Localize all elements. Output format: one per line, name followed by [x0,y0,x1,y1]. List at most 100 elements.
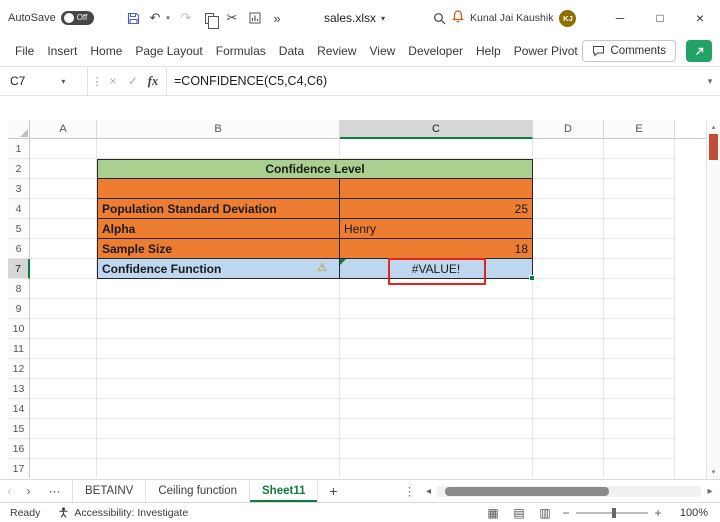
cell-B5[interactable]: Alpha [97,219,340,239]
zoom-slider-thumb[interactable] [612,507,616,518]
scroll-left-icon[interactable]: ◂ [421,486,435,497]
name-box[interactable]: C7 ▾ [0,67,88,95]
row-header[interactable]: 17 [8,459,30,478]
vertical-scrollbar[interactable]: ▴ ▾ [706,120,720,478]
cell-B7[interactable]: Confidence Function ⚠ [97,259,340,279]
normal-view-icon[interactable]: ▦ [480,506,506,520]
tab-help[interactable]: Help [476,44,501,58]
page-layout-view-icon[interactable]: ▤ [506,506,532,520]
col-header-c[interactable]: C [340,120,533,139]
scroll-right-icon[interactable]: ▸ [703,486,717,497]
cell-C7-active[interactable]: #VALUE! [340,258,535,285]
chart-icon[interactable] [246,0,264,36]
cell[interactable] [604,199,675,219]
cell[interactable] [97,139,340,159]
cell[interactable] [533,239,604,259]
row-header[interactable]: 13 [8,379,30,399]
row-header[interactable]: 2 [8,159,30,179]
warning-icon[interactable]: ⚠ [317,263,327,274]
cell[interactable] [97,439,340,459]
avatar[interactable]: KJ [559,9,577,27]
formula-options-icon[interactable]: ⋮ [91,75,103,88]
row-header-selected[interactable]: 7 [8,259,30,279]
zoom-level[interactable]: 100% [666,507,708,519]
cell[interactable] [604,179,675,199]
tab-scroll-divider-icon[interactable]: ⋮ [400,480,418,502]
cell[interactable] [30,419,97,439]
cell[interactable] [604,219,675,239]
autosave-control[interactable]: AutoSave Off [8,0,94,36]
cell[interactable] [604,259,675,279]
cell[interactable] [604,439,675,459]
cell-table-title[interactable]: Confidence Level [97,159,533,179]
row-header[interactable]: 11 [8,339,30,359]
cell[interactable] [533,139,604,159]
zoom-slider[interactable] [576,507,648,518]
tab-file[interactable]: File [15,44,34,58]
accessibility-status[interactable]: Accessibility: Investigate [58,507,188,519]
zoom-out-icon[interactable]: − [558,506,574,520]
insert-function-button[interactable]: fx [143,74,163,89]
search-icon[interactable] [430,0,448,36]
close-button[interactable]: × [680,0,720,36]
cell[interactable] [30,459,97,478]
copy-icon[interactable] [200,0,219,36]
row-header[interactable]: 9 [8,299,30,319]
cell[interactable] [604,279,675,299]
row-header[interactable]: 14 [8,399,30,419]
more-sheets-icon[interactable]: ⋯ [38,480,72,502]
cell[interactable] [340,339,533,359]
cell[interactable] [340,179,533,199]
cell-C4[interactable]: 25 [340,199,533,219]
col-header-e[interactable]: E [604,120,675,139]
minimize-button[interactable]: ─ [600,0,640,36]
tab-view[interactable]: View [370,44,396,58]
cell[interactable] [30,339,97,359]
row-header[interactable]: 12 [8,359,30,379]
cell[interactable] [604,139,675,159]
cell[interactable] [340,399,533,419]
scroll-down-icon[interactable]: ▾ [707,465,720,478]
cell[interactable] [604,359,675,379]
undo-dropdown-icon[interactable]: ▾ [163,0,173,36]
comments-button[interactable]: Comments [582,40,676,62]
cell[interactable] [604,299,675,319]
cell[interactable] [533,439,604,459]
page-break-view-icon[interactable]: ▥ [532,506,558,520]
cell[interactable] [97,279,340,299]
cell[interactable] [340,279,533,299]
cell[interactable] [533,379,604,399]
cell-B4[interactable]: Population Standard Deviation [97,199,340,219]
col-header-b[interactable]: B [97,120,340,139]
cell[interactable] [533,199,604,219]
cell[interactable] [340,299,533,319]
tab-page-layout[interactable]: Page Layout [135,44,202,58]
tab-insert[interactable]: Insert [47,44,77,58]
row-header[interactable]: 1 [8,139,30,159]
cell-C5[interactable]: Henry [340,219,533,239]
cell[interactable] [533,159,604,179]
cell[interactable] [97,419,340,439]
cell[interactable] [604,459,675,478]
cell[interactable] [533,279,604,299]
cell[interactable] [340,439,533,459]
horizontal-scroll-track[interactable] [437,485,701,497]
cell[interactable] [30,439,97,459]
cell[interactable] [604,239,675,259]
sheet-tab-ceiling-function[interactable]: Ceiling function [146,480,250,502]
tab-power-pivot[interactable]: Power Pivot [514,44,578,58]
cut-icon[interactable]: ✂ [223,0,241,36]
formula-input[interactable]: =CONFIDENCE(C5,C4,C6) [167,67,700,95]
cell[interactable] [533,459,604,478]
cell-B6[interactable]: Sample Size [97,239,340,259]
cell[interactable] [533,359,604,379]
cell[interactable] [533,179,604,199]
zoom-in-icon[interactable]: + [650,506,666,520]
document-title[interactable]: sales.xlsx ▾ [324,0,385,36]
row-header[interactable]: 6 [8,239,30,259]
cell[interactable] [30,399,97,419]
cell[interactable] [340,139,533,159]
cell[interactable] [533,219,604,239]
cell[interactable] [30,299,97,319]
col-header-a[interactable]: A [30,120,97,139]
